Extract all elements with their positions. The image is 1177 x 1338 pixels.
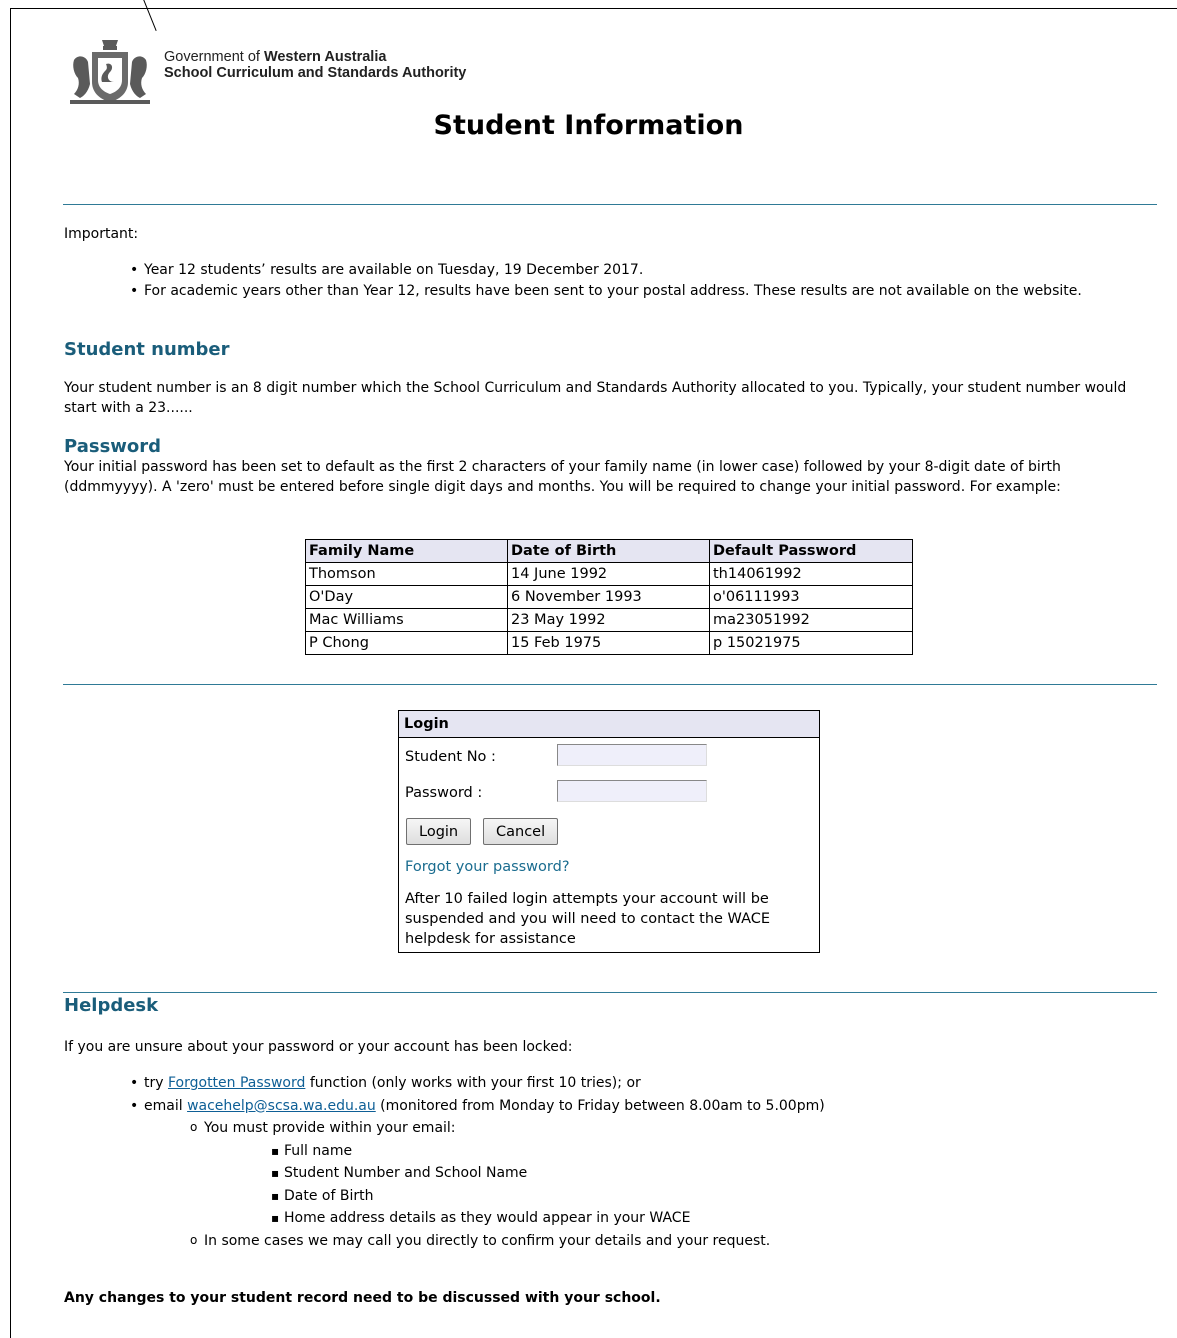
login-warning: After 10 failed login attempts your acco… [405,891,771,947]
helpdesk-intro: If you are unsure about your password or… [64,1039,573,1055]
list-item: Home address details as they would appea… [271,1207,1177,1230]
table-row: Mac Williams 23 May 1992 ma23051992 [305,608,913,632]
table-cell: Thomson [305,562,508,586]
list-item: Year 12 students’ results are available … [130,260,1177,281]
table-cell: p 15021975 [709,631,913,655]
password-text: Your initial password has been set to de… [64,459,1061,495]
login-heading: Login [399,711,819,738]
details-list: Full name Student Number and School Name… [204,1140,1177,1230]
text: (monitored from Monday to Friday between… [375,1097,825,1114]
text: email [144,1097,188,1114]
table-cell: o'06111993 [709,585,913,609]
table-cell: 23 May 1992 [507,608,710,632]
list-item: For academic years other than Year 12, r… [130,281,1177,302]
important-label: Important: [64,226,139,242]
text: You must provide within your email: [204,1120,456,1136]
list-item: Date of Birth [271,1185,1177,1208]
list-item: You must provide within your email: Full… [190,1116,1177,1230]
table-cell: 6 November 1993 [507,585,710,609]
login-button[interactable]: Login [406,818,472,845]
sub-list: You must provide within your email: Full… [144,1116,1177,1253]
forgot-password-link[interactable]: Forgot your password? [405,859,570,875]
helpdesk-email-link[interactable]: wacehelp@scsa.wa.edu.au [187,1098,376,1114]
divider [63,992,1157,993]
divider [63,204,1157,205]
list-item: In some cases we may call you directly t… [190,1229,1177,1253]
text: function (only works with your first 10 … [305,1075,641,1091]
list-item: email wacehelp@scsa.wa.edu.au (monitored… [130,1095,1177,1253]
helpdesk-heading: Helpdesk [64,995,159,1016]
login-box: Login Student No : Password : Login Canc… [398,710,820,953]
table-cell: 14 June 1992 [507,562,710,586]
table-cell: Mac Williams [305,608,508,632]
wa-crest-logo [70,40,150,104]
forgotten-password-link[interactable]: Forgotten Password [168,1075,305,1091]
list-item: Full name [271,1140,1177,1163]
page-title: Student Information [433,110,744,141]
table-cell: P Chong [305,631,508,655]
gov-state: Western Australia [263,49,387,65]
important-list: Year 12 students’ results are available … [64,260,1177,302]
table-header-row: Family Name Date of Birth Default Passwo… [305,539,913,563]
cancel-button[interactable]: Cancel [483,818,559,845]
password-heading: Password [64,436,162,457]
divider [63,684,1157,685]
password-input[interactable] [557,780,707,802]
table-cell: O'Day [305,585,508,609]
student-no-label: Student No : [405,749,496,765]
footer-note: Any changes to your student record need … [64,1290,661,1306]
table-row: O'Day 6 November 1993 o'06111993 [305,585,913,609]
gov-prefix: Government of [164,49,264,65]
table-row: Thomson 14 June 1992 th14061992 [305,562,913,586]
list-item: Student Number and School Name [271,1162,1177,1185]
password-example-table: Family Name Date of Birth Default Passwo… [305,539,913,655]
table-cell: 15 Feb 1975 [507,631,710,655]
authority-name: School Curriculum and Standards Authorit… [164,65,467,81]
password-label: Password : [405,785,483,801]
table-cell: ma23051992 [709,608,913,632]
table-cell: th14061992 [709,562,913,586]
column-header: Default Password [709,539,913,563]
column-header: Date of Birth [507,539,710,563]
student-no-input[interactable] [557,744,707,766]
text: try [144,1075,168,1091]
government-title: Government of Western Australia School C… [164,49,466,81]
list-item: try Forgotten Password function (only wo… [130,1072,1177,1095]
helpdesk-list: try Forgotten Password function (only wo… [64,1072,1177,1252]
student-number-heading: Student number [64,339,230,360]
student-number-text: Your student number is an 8 digit number… [64,380,1127,416]
column-header: Family Name [305,539,508,563]
table-row: P Chong 15 Feb 1975 p 15021975 [305,631,913,655]
